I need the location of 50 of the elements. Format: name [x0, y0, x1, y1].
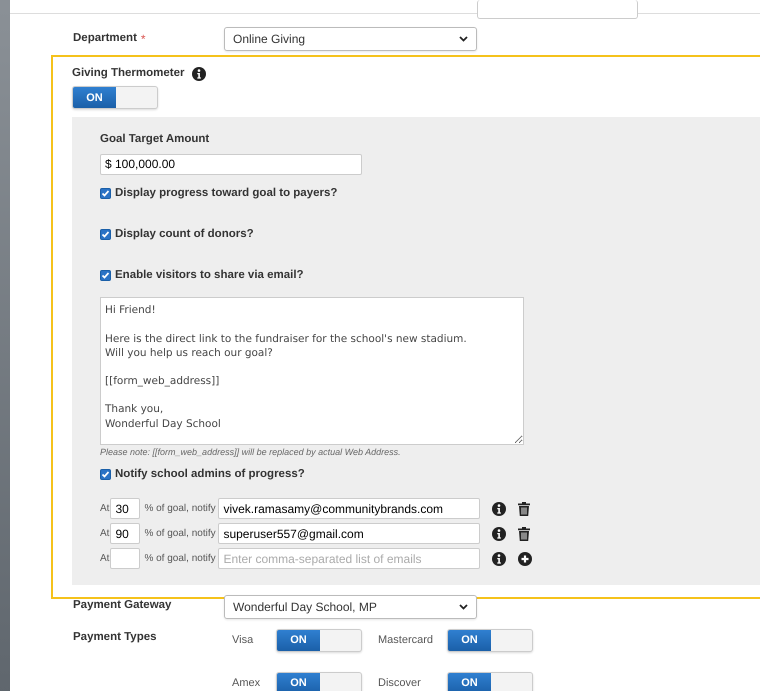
percent-field[interactable]: 90 — [110, 523, 140, 544]
checkbox-label: Notify school admins of progress? — [115, 466, 305, 482]
trash-icon[interactable] — [518, 526, 530, 540]
percent-field[interactable]: 30 — [110, 498, 140, 519]
payment-type-label: Visa — [232, 633, 254, 648]
checkbox-label: Display count of donors? — [115, 226, 254, 242]
trash-icon[interactable] — [518, 502, 530, 516]
toggle-switch[interactable]: ON — [276, 672, 362, 691]
checkbox[interactable] — [100, 468, 111, 480]
email-field[interactable]: superuser557@gmail.com — [218, 523, 480, 544]
section-title: Giving Thermometer — [72, 66, 184, 81]
row-label: At — [100, 502, 110, 516]
percent-field[interactable] — [110, 548, 140, 569]
toggle-switch[interactable]: ON — [447, 629, 533, 652]
field-label: Department — [73, 31, 137, 46]
row-label: At — [100, 552, 110, 566]
field-label: Payment Gateway — [73, 598, 172, 613]
checkbox[interactable] — [100, 228, 111, 240]
dropdown[interactable]: Wonderful Day School, MP — [224, 595, 477, 619]
required-mark: * — [140, 31, 146, 48]
input-field[interactable] — [477, 0, 638, 19]
payment-type-label: Amex — [232, 676, 262, 691]
checkbox[interactable] — [100, 188, 111, 199]
row-label: % of goal, notify — [144, 552, 217, 566]
field-label: Goal Target Amount — [100, 132, 210, 148]
row-label: % of goal, notify — [144, 502, 217, 516]
info-icon[interactable] — [492, 526, 506, 540]
row-label: % of goal, notify — [144, 527, 217, 541]
email-field[interactable]: Enter comma-separated list of emails — [218, 548, 480, 569]
amount-field[interactable]: $ 100,000.00 — [100, 154, 362, 174]
toggle-switch[interactable]: ON — [276, 629, 362, 652]
checkbox[interactable] — [100, 270, 111, 282]
caret-icon — [459, 604, 468, 610]
checkbox-label: Enable visitors to share via email? — [115, 268, 304, 283]
payment-type-label: Discover — [378, 676, 422, 691]
payment-type-label: Mastercard — [378, 633, 434, 648]
toggle-switch[interactable]: ON — [447, 672, 533, 691]
message-field[interactable]: Hi Friend! Here is the direct link to the fundraiser for the school's new stadium. Will you help us reach our goal? [[form_web_address]] Thank you, Wonderful Day School — [100, 297, 524, 446]
info-icon[interactable] — [192, 66, 206, 81]
help-text: Please note: [[form_web_address]] will be replaced by actual Web Address. — [100, 446, 402, 460]
info-icon[interactable] — [492, 502, 506, 516]
checkbox-label: Display progress toward goal to payers? — [115, 186, 338, 200]
email-field[interactable]: vivek.ramasamy@communitybrands.com — [218, 498, 480, 519]
field-label: Payment Types — [73, 630, 158, 645]
toggle-switch[interactable]: ON — [72, 86, 158, 110]
caret-icon — [459, 36, 468, 42]
row-label: At — [100, 527, 110, 541]
info-icon[interactable] — [492, 552, 506, 566]
add-icon[interactable] — [518, 552, 532, 566]
dropdown[interactable]: Online Giving — [224, 27, 477, 51]
